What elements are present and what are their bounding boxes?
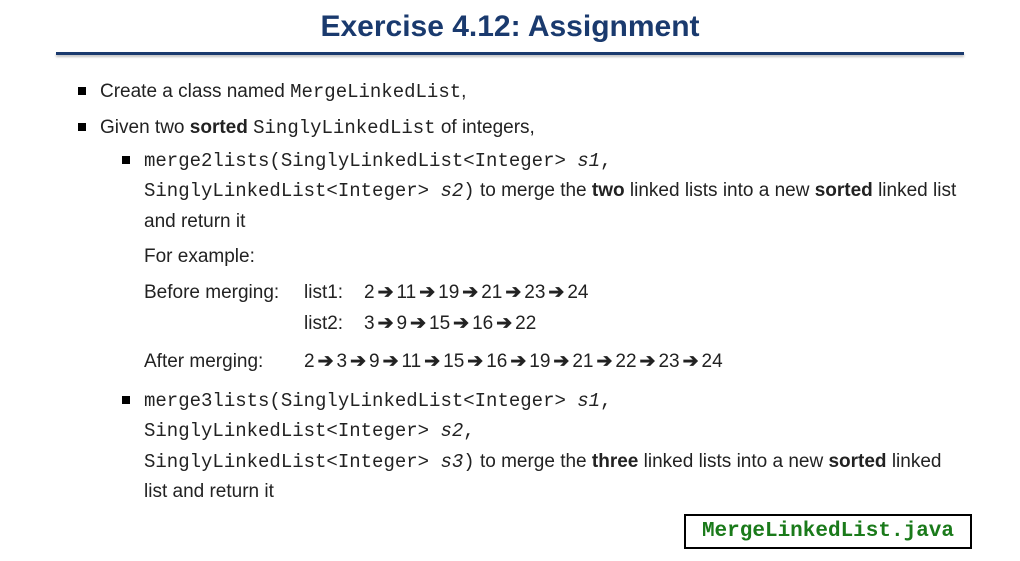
list-value: 9 xyxy=(369,351,380,372)
method-sig-line1: merge2lists(SinglyLinkedList<Integer> s1… xyxy=(144,150,612,172)
arrow-icon: ➔ xyxy=(315,351,337,372)
arrow-icon: ➔ xyxy=(550,351,572,372)
page-title: Exercise 4.12: Assignment xyxy=(0,0,1020,52)
after-merging-label: After merging: xyxy=(144,347,304,376)
param3-s2: s2 xyxy=(440,420,463,442)
text: merge3lists(SinglyLinkedList<Integer> xyxy=(144,390,577,412)
example-block: For example: Before merging: list1: 2➔11… xyxy=(144,242,964,376)
text: of integers, xyxy=(436,117,535,138)
arrow-icon: ➔ xyxy=(375,282,397,303)
list-value: 23 xyxy=(524,282,545,303)
list-value: 11 xyxy=(402,351,422,372)
before-merging-label: Before merging: xyxy=(144,278,304,307)
text: to merge the xyxy=(475,451,592,472)
method3-sig-line2: SinglyLinkedList<Integer> s2, xyxy=(144,420,475,442)
text: , xyxy=(600,390,611,412)
list-value: 9 xyxy=(397,313,408,334)
method3-sig-line1: merge3lists(SinglyLinkedList<Integer> s1… xyxy=(144,390,612,412)
list-value: 2 xyxy=(304,351,315,372)
param3-s1: s1 xyxy=(577,390,600,412)
list-value: 15 xyxy=(443,351,464,372)
arrow-icon: ➔ xyxy=(545,282,567,303)
arrow-icon: ➔ xyxy=(407,313,429,334)
text: to merge the xyxy=(475,180,592,201)
arrow-icon: ➔ xyxy=(493,313,515,334)
list-value: 19 xyxy=(438,282,459,303)
before-row-list2: list2: 3➔9➔15➔16➔22 xyxy=(144,309,964,338)
bullet-merge3lists: merge3lists(SinglyLinkedList<Integer> s1… xyxy=(100,386,964,507)
after-row: After merging: 2➔3➔9➔11➔15➔16➔19➔21➔22➔2… xyxy=(144,347,964,376)
text: Given two xyxy=(100,117,190,138)
text: linked lists into a new xyxy=(638,451,828,472)
text: ) xyxy=(463,451,474,473)
bold-sorted2: sorted xyxy=(815,180,873,201)
arrow-icon: ➔ xyxy=(450,313,472,334)
bullet-create-class: Create a class named MergeLinkedList, xyxy=(56,77,964,107)
text: SinglyLinkedList<Integer> xyxy=(144,180,440,202)
list2-values: 3➔9➔15➔16➔22 xyxy=(364,309,536,338)
arrow-icon: ➔ xyxy=(375,313,397,334)
list-value: 11 xyxy=(397,282,417,303)
bold-two: two xyxy=(592,180,625,201)
list-value: 22 xyxy=(615,351,636,372)
param-s2: s2 xyxy=(440,180,463,202)
title-divider xyxy=(56,52,964,55)
arrow-icon: ➔ xyxy=(459,282,481,303)
arrow-icon: ➔ xyxy=(464,351,486,372)
bullet-list-lvl2: merge2lists(SinglyLinkedList<Integer> s1… xyxy=(100,146,964,507)
arrow-icon: ➔ xyxy=(680,351,702,372)
list-value: 3 xyxy=(337,351,348,372)
text: SinglyLinkedList<Integer> xyxy=(144,420,440,442)
type-code: SinglyLinkedList xyxy=(253,117,435,139)
text: SinglyLinkedList<Integer> xyxy=(144,451,440,473)
arrow-icon: ➔ xyxy=(380,351,402,372)
text: , xyxy=(461,81,466,102)
class-name-code: MergeLinkedList xyxy=(290,81,461,103)
for-example-label: For example: xyxy=(144,242,964,271)
list-value: 21 xyxy=(572,351,593,372)
arrow-icon: ➔ xyxy=(593,351,615,372)
list1-values: 2➔11➔19➔21➔23➔24 xyxy=(364,278,588,307)
method-sig-line2: SinglyLinkedList<Integer> s2) xyxy=(144,180,475,202)
list-value: 21 xyxy=(481,282,502,303)
bold-sorted: sorted xyxy=(190,117,248,138)
list-value: 22 xyxy=(515,313,536,334)
list-value: 24 xyxy=(702,351,723,372)
slide-content: Create a class named MergeLinkedList, Gi… xyxy=(0,73,1020,507)
text: Create a class named xyxy=(100,81,290,102)
text: ) xyxy=(463,180,474,202)
list1-label: list1: xyxy=(304,278,364,307)
arrow-icon: ➔ xyxy=(347,351,369,372)
arrow-icon: ➔ xyxy=(421,351,443,372)
bullet-list-lvl1: Create a class named MergeLinkedList, Gi… xyxy=(56,77,964,507)
list-value: 3 xyxy=(364,313,375,334)
filename-box: MergeLinkedList.java xyxy=(684,514,972,549)
bullet-given-two: Given two sorted SinglyLinkedList of int… xyxy=(56,113,964,506)
arrow-icon: ➔ xyxy=(507,351,529,372)
text: , xyxy=(463,420,474,442)
param3-s3: s3 xyxy=(440,451,463,473)
arrow-icon: ➔ xyxy=(637,351,659,372)
list2-label: list2: xyxy=(304,309,364,338)
list-value: 19 xyxy=(529,351,550,372)
text: merge2lists(SinglyLinkedList<Integer> xyxy=(144,150,577,172)
text: , xyxy=(600,150,611,172)
bold-sorted3: sorted xyxy=(828,451,886,472)
param-s1: s1 xyxy=(577,150,600,172)
list-value: 15 xyxy=(429,313,450,334)
bullet-merge2lists: merge2lists(SinglyLinkedList<Integer> s1… xyxy=(100,146,964,376)
text: linked lists into a new xyxy=(625,180,815,201)
list-value: 2 xyxy=(364,282,375,303)
method3-sig-line3: SinglyLinkedList<Integer> s3) xyxy=(144,451,475,473)
list-value: 23 xyxy=(658,351,679,372)
before-row-list1: Before merging: list1: 2➔11➔19➔21➔23➔24 xyxy=(144,278,964,307)
list-value: 16 xyxy=(472,313,493,334)
bold-three: three xyxy=(592,451,638,472)
arrow-icon: ➔ xyxy=(502,282,524,303)
list-value: 24 xyxy=(567,282,588,303)
spacer xyxy=(144,309,304,338)
list-value: 16 xyxy=(486,351,507,372)
arrow-icon: ➔ xyxy=(416,282,438,303)
merged-values: 2➔3➔9➔11➔15➔16➔19➔21➔22➔23➔24 xyxy=(304,347,723,376)
